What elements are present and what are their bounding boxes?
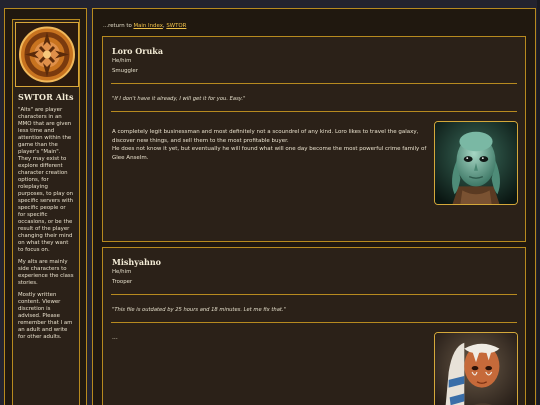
character-card-loro: Loro Oruka He/him Smuggler "If I don't h… xyxy=(102,36,526,242)
nautolan-portrait-image xyxy=(434,121,518,205)
sidebar: SWTOR Alts "Alts" are player characters … xyxy=(4,8,87,405)
swtor-link[interactable]: SWTOR xyxy=(166,23,186,29)
sidebar-title: SWTOR Alts xyxy=(18,92,74,102)
divider xyxy=(111,322,517,323)
sidebar-content-warning: Mostly written content. Viewer discretio… xyxy=(18,292,73,340)
bio-paragraph: A completely legit businessman and most … xyxy=(112,129,419,144)
character-quote: "This file is outdated by 25 hours and 1… xyxy=(112,307,286,313)
main-index-link[interactable]: Main Index xyxy=(133,23,162,29)
breadcrumb-prefix: ...return to xyxy=(103,23,134,29)
divider xyxy=(111,83,517,84)
sidebar-panel: SWTOR Alts "Alts" are player characters … xyxy=(12,19,80,405)
character-pronouns: He/him xyxy=(112,58,132,64)
main-content: ...return to Main Index, SWTOR Loro Oruk… xyxy=(92,8,536,405)
character-name: Loro Oruka xyxy=(112,46,164,56)
divider xyxy=(111,111,517,112)
sidebar-description: "Alts" are player characters in an MMO t… xyxy=(18,107,74,253)
character-class: Smuggler xyxy=(112,68,138,74)
character-name: Mishyahno xyxy=(112,257,162,267)
old-republic-emblem-icon xyxy=(15,22,79,87)
character-pronouns: He/him xyxy=(112,269,132,275)
breadcrumb: ...return to Main Index, SWTOR xyxy=(103,23,186,29)
character-quote: "If I don't have it already, I will get … xyxy=(112,96,246,102)
character-bio-placeholder: ... xyxy=(112,334,118,341)
sidebar-alts-note: My alts are mainly side characters to ex… xyxy=(18,259,74,286)
divider xyxy=(111,294,517,295)
togruta-portrait-image xyxy=(434,332,518,405)
character-class: Trooper xyxy=(112,279,133,285)
bio-paragraph: He does not know it yet, but eventually … xyxy=(112,146,427,161)
character-bio: A completely legit businessman and most … xyxy=(112,128,430,162)
character-card-mishyahno: Mishyahno He/him Trooper "This file is o… xyxy=(102,247,526,405)
